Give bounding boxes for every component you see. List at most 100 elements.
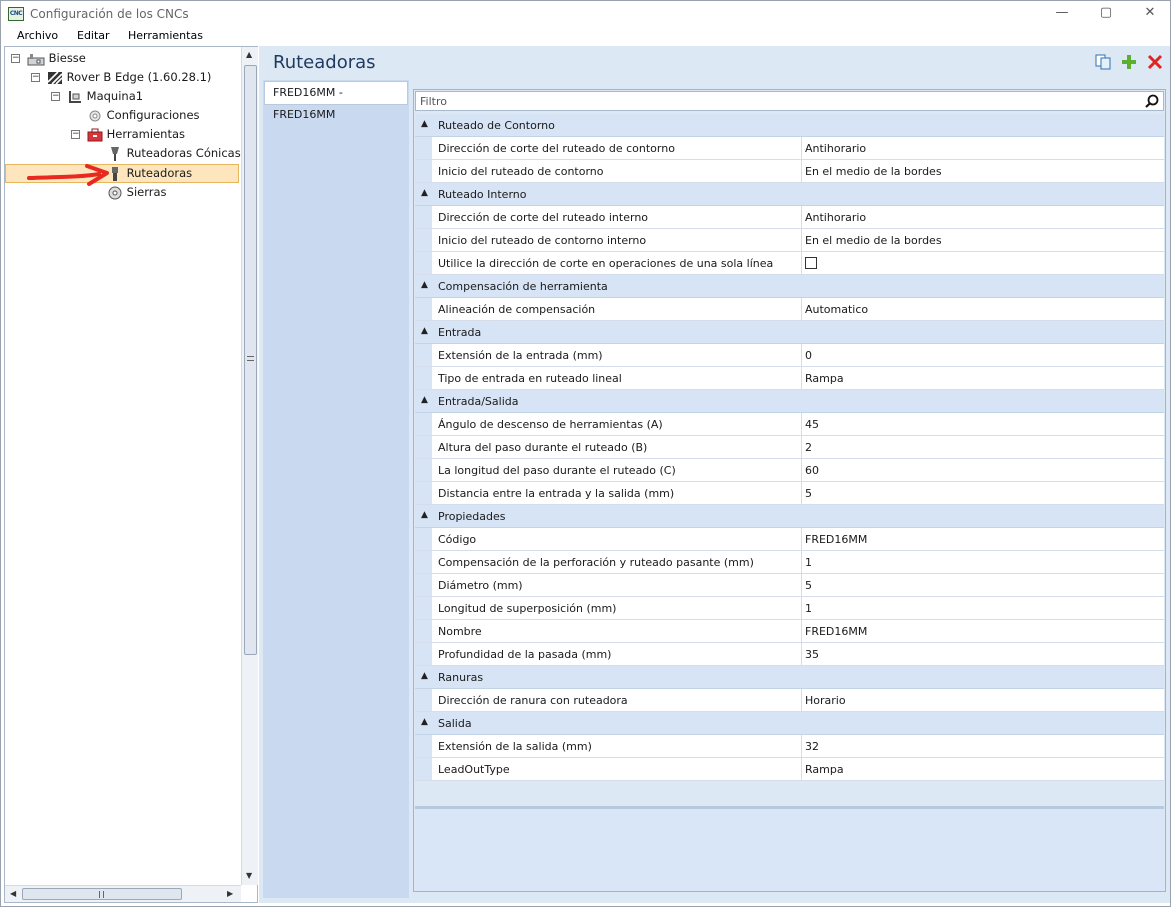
tool-list: FRED16MM - FRED16MM [263, 80, 409, 898]
property-value[interactable]: 60 [805, 464, 819, 477]
minimize-button[interactable]: — [1044, 4, 1080, 24]
collapse-chevron-icon[interactable]: ▲ [421, 717, 428, 727]
property-row[interactable]: Diámetro (mm) 5 [415, 574, 1164, 597]
tree-node-label: Ruteadoras [126, 166, 193, 180]
property-value[interactable]: 0 [805, 349, 812, 362]
property-value[interactable]: En el medio de la bordes [805, 234, 942, 247]
property-row[interactable]: Tipo de entrada en ruteado lineal Rampa [415, 367, 1164, 390]
property-name: Dirección de ranura con ruteadora [438, 694, 628, 707]
collapse-chevron-icon[interactable]: ▲ [421, 395, 428, 405]
menu-archivo[interactable]: Archivo [17, 29, 58, 42]
property-value[interactable]: 5 [805, 487, 812, 500]
property-row[interactable]: Inicio del ruteado de contorno interno En… [415, 229, 1164, 252]
property-value[interactable]: FRED16MM [805, 533, 867, 546]
property-row[interactable]: LeadOutType Rampa [415, 758, 1164, 781]
property-row[interactable]: Altura del paso durante el ruteado (B) 2 [415, 436, 1164, 459]
add-icon[interactable] [1121, 54, 1137, 70]
property-row[interactable]: Utilice la dirección de corte en operaci… [415, 252, 1164, 275]
property-value[interactable]: Antihorario [805, 142, 866, 155]
property-value[interactable]: 32 [805, 740, 819, 753]
category-header[interactable]: ▲ Ranuras [415, 666, 1164, 689]
tree-node-sierras[interactable]: Sierras [107, 183, 167, 201]
property-checkbox[interactable] [805, 257, 817, 269]
copy-icon[interactable] [1095, 54, 1111, 70]
property-row[interactable]: Código FRED16MM [415, 528, 1164, 551]
property-value[interactable]: 1 [805, 602, 812, 615]
property-row[interactable]: Extensión de la entrada (mm) 0 [415, 344, 1164, 367]
tree-node-ruteadoras[interactable]: Ruteadoras [107, 164, 192, 182]
collapse-chevron-icon[interactable]: ▲ [421, 510, 428, 520]
tree-node-maquina[interactable]: Maquina1 [67, 87, 143, 105]
collapse-toggle-maquina[interactable]: − [51, 92, 60, 101]
property-row[interactable]: Distancia entre la entrada y la salida (… [415, 482, 1164, 505]
property-name: Utilice la dirección de corte en operaci… [438, 257, 774, 270]
property-value[interactable]: 5 [805, 579, 812, 592]
collapse-chevron-icon[interactable]: ▲ [421, 188, 428, 198]
property-value[interactable]: 45 [805, 418, 819, 431]
property-value[interactable]: 2 [805, 441, 812, 454]
property-value[interactable]: Automatico [805, 303, 868, 316]
close-button[interactable]: ✕ [1132, 4, 1168, 24]
property-row[interactable]: Longitud de superposición (mm) 1 [415, 597, 1164, 620]
property-row[interactable]: Inicio del ruteado de contorno En el medi… [415, 160, 1164, 183]
tree-node-configuraciones[interactable]: Configuraciones [87, 106, 200, 124]
collapse-chevron-icon[interactable]: ▲ [421, 671, 428, 681]
property-row[interactable]: Dirección de corte del ruteado de contor… [415, 137, 1164, 160]
property-value[interactable]: 1 [805, 556, 812, 569]
category-header[interactable]: ▲ Compensación de herramienta [415, 275, 1164, 298]
category-header[interactable]: ▲ Entrada [415, 321, 1164, 344]
property-value[interactable]: Rampa [805, 372, 844, 385]
category-header[interactable]: ▲ Ruteado de Contorno [415, 114, 1164, 137]
collapse-chevron-icon[interactable]: ▲ [421, 326, 428, 336]
property-value[interactable]: En el medio de la bordes [805, 165, 942, 178]
search-icon[interactable] [1145, 94, 1159, 108]
category-header[interactable]: ▲ Salida [415, 712, 1164, 735]
property-value[interactable]: Rampa [805, 763, 844, 776]
property-value[interactable]: Antihorario [805, 211, 866, 224]
row-gutter [415, 758, 432, 780]
category-header[interactable]: ▲ Entrada/Salida [415, 390, 1164, 413]
filter-input[interactable]: Filtro [415, 91, 1164, 111]
scroll-thumb[interactable] [244, 65, 257, 655]
property-name: Dirección de corte del ruteado interno [438, 211, 649, 224]
property-row[interactable]: Extensión de la salida (mm) 32 [415, 735, 1164, 758]
category-header[interactable]: ▲ Ruteado Interno [415, 183, 1164, 206]
row-gutter [415, 413, 432, 435]
tree-node-ruteadoras-conicas[interactable]: Ruteadoras Cónicas [107, 144, 241, 162]
menu-editar[interactable]: Editar [77, 29, 110, 42]
property-value[interactable]: 35 [805, 648, 819, 661]
collapse-toggle-machine[interactable]: − [31, 73, 40, 82]
scroll-up-icon[interactable]: ▲ [246, 50, 252, 59]
collapse-chevron-icon[interactable]: ▲ [421, 119, 428, 129]
property-row[interactable]: Profundidad de la pasada (mm) 35 [415, 643, 1164, 666]
property-value[interactable]: Horario [805, 694, 846, 707]
category-header[interactable]: ▲ Propiedades [415, 505, 1164, 528]
property-name: La longitud del paso durante el ruteado … [438, 464, 676, 477]
scroll-right-icon[interactable]: ▶ [227, 889, 233, 898]
tree-node-biesse[interactable]: Biesse [27, 49, 86, 67]
tree-horizontal-scrollbar[interactable]: ◀ ▶ [5, 885, 241, 902]
collapse-toggle-herramientas[interactable]: − [71, 130, 80, 139]
property-row[interactable]: Dirección de corte del ruteado interno An… [415, 206, 1164, 229]
scroll-thumb[interactable] [22, 888, 182, 900]
property-row[interactable]: Nombre FRED16MM [415, 620, 1164, 643]
tree-node-herramientas[interactable]: Herramientas [87, 125, 185, 143]
property-row[interactable]: Compensación de la perforación y ruteado… [415, 551, 1164, 574]
scroll-down-icon[interactable]: ▼ [246, 871, 252, 880]
column-separator [801, 206, 802, 228]
collapse-chevron-icon[interactable]: ▲ [421, 280, 428, 290]
collapse-toggle-biesse[interactable]: − [11, 54, 20, 63]
tree-vertical-scrollbar[interactable]: ▲ ▼ [241, 47, 258, 885]
menu-herramientas[interactable]: Herramientas [128, 29, 203, 42]
property-row[interactable]: Ángulo de descenso de herramientas (A) 45 [415, 413, 1164, 436]
list-item[interactable]: FRED16MM - FRED16MM [264, 81, 408, 121]
delete-icon[interactable] [1147, 54, 1163, 70]
property-row[interactable]: Dirección de ranura con ruteadora Horario [415, 689, 1164, 712]
maximize-button[interactable]: ▢ [1088, 4, 1124, 24]
tree-node-machine[interactable]: Rover B Edge (1.60.28.1) [47, 68, 211, 86]
property-row[interactable]: La longitud del paso durante el ruteado … [415, 459, 1164, 482]
property-row[interactable]: Alineación de compensación Automatico [415, 298, 1164, 321]
property-value[interactable]: FRED16MM [805, 625, 867, 638]
category-label: Propiedades [438, 510, 506, 523]
scroll-left-icon[interactable]: ◀ [10, 889, 16, 898]
